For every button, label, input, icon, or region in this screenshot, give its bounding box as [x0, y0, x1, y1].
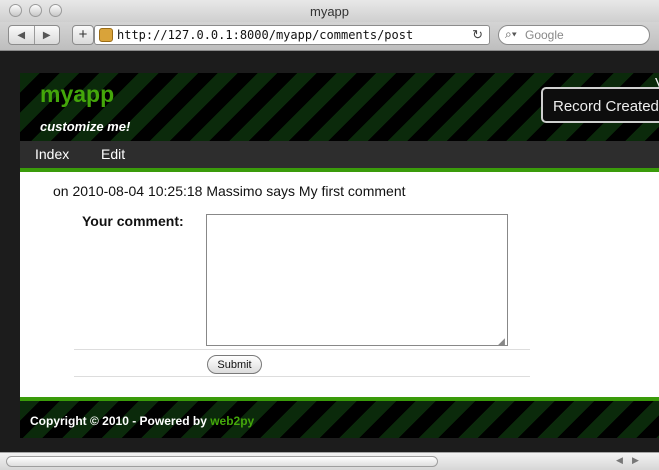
url-text[interactable]: http://127.0.0.1:8000/myapp/comments/pos…: [117, 28, 413, 42]
main-menu: Index Edit: [20, 141, 659, 172]
menu-item-index[interactable]: Index: [35, 146, 69, 162]
window-title: myapp: [309, 4, 350, 19]
add-bookmark-button[interactable]: +: [72, 25, 94, 45]
web2py-link[interactable]: web2py: [210, 414, 254, 428]
submit-button[interactable]: Submit: [207, 355, 262, 374]
address-bar[interactable]: http://127.0.0.1:8000/myapp/comments/pos…: [94, 25, 490, 45]
scrollbar-thumb[interactable]: [6, 456, 438, 467]
form-divider: [74, 376, 530, 377]
site-header: myapp customize me! Record Created: [20, 73, 659, 141]
horizontal-scrollbar[interactable]: ◀ ▶: [0, 452, 659, 470]
browser-toolbar: ◀ ▶ + http://127.0.0.1:8000/myapp/commen…: [0, 22, 659, 51]
comment-text: on 2010-08-04 10:25:18 Massimo says My f…: [53, 183, 406, 199]
site-favicon-icon: [99, 28, 113, 42]
scroll-right-arrow-icon[interactable]: ▶: [632, 455, 639, 466]
search-input[interactable]: [525, 28, 643, 42]
resize-grip-icon[interactable]: ◢: [498, 336, 505, 347]
search-icon[interactable]: ⌕▾: [505, 27, 517, 42]
comment-field-label: Your comment:: [82, 213, 184, 229]
comment-textarea[interactable]: [206, 214, 508, 346]
menu-item-edit[interactable]: Edit: [101, 146, 125, 162]
scroll-left-arrow-icon[interactable]: ◀: [616, 455, 623, 466]
reload-icon[interactable]: ↻: [472, 27, 483, 43]
window-title-bar: myapp: [0, 0, 659, 23]
main-content: on 2010-08-04 10:25:18 Massimo says My f…: [20, 172, 659, 397]
navigation-buttons: ◀ ▶: [8, 25, 60, 45]
copyright-label: Copyright © 2010 - Powered by: [30, 414, 211, 428]
site-footer: Copyright © 2010 - Powered by web2py: [20, 397, 659, 438]
page-viewport: myapp customize me! Record Created V Ind…: [0, 51, 659, 452]
back-button[interactable]: ◀: [9, 26, 34, 44]
form-divider: [74, 349, 530, 350]
flash-overflow-text: V: [655, 75, 659, 92]
site-logo[interactable]: myapp: [40, 81, 114, 108]
search-box[interactable]: ⌕▾: [498, 25, 650, 45]
site-slogan: customize me!: [40, 119, 131, 134]
forward-button[interactable]: ▶: [33, 26, 60, 44]
flash-message[interactable]: Record Created: [541, 87, 659, 123]
copyright-text: Copyright © 2010 - Powered by web2py: [30, 414, 254, 428]
